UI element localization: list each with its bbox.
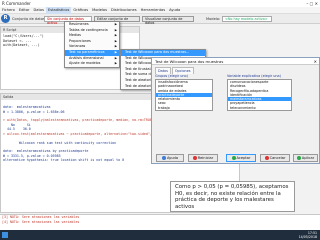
r-logo-icon: R	[1, 14, 10, 23]
menu-herramientas[interactable]: Herramientas	[139, 7, 167, 14]
check-icon	[231, 155, 236, 160]
response-list-item[interactable]: teleconvmiento	[228, 106, 291, 110]
window-controls[interactable]: – ▢ ✕	[306, 0, 318, 7]
tab-opciones[interactable]: Opciones	[171, 67, 194, 74]
output-line: alternative hypothesis: true location sh…	[3, 158, 125, 163]
menu-graficas[interactable]: Gráficas	[71, 7, 90, 14]
response-label: Variable explicativa (elegir una)	[227, 74, 281, 78]
help-icon	[161, 155, 166, 160]
dialog-tabs: Datos Opciones	[155, 67, 195, 74]
script-code[interactable]: load("C:/Users/...") Dataset <- ... with…	[1, 34, 44, 48]
stats-menu-item[interactable]: Ajuste de modelos ▶	[65, 61, 119, 67]
apply-icon	[296, 155, 301, 160]
tray-date: 14/05/2018	[298, 235, 317, 239]
message-line: [4] NOTA: Sere atnaciones las variables	[2, 219, 80, 224]
output-line: > wilcox.test(malestaramcativas ~ practi…	[3, 131, 176, 136]
apply-button[interactable]: Aplicar	[293, 154, 318, 162]
model-label: Modelo:	[206, 17, 221, 21]
cancel-icon	[264, 155, 269, 160]
cancel-button[interactable]: Cancelar	[260, 154, 290, 162]
explanation-callout: Como p > 0,05 (p = 0,05985), aceptamos H…	[170, 181, 295, 212]
menu-editar[interactable]: Editar	[17, 7, 32, 14]
menu-ayuda[interactable]: Ayuda	[167, 7, 182, 14]
reset-label: Reiniciar	[197, 156, 214, 160]
cancel-label: Cancelar	[269, 156, 286, 160]
stats-menu-item-label: Resúmenes	[69, 22, 89, 26]
chevron-right-icon: ▶	[114, 61, 117, 66]
stats-menu-item-label: Ajuste de modelos	[69, 61, 101, 66]
taskbar: 17:51 14/05/2018	[0, 230, 320, 240]
reset-button[interactable]: Reiniciar	[188, 154, 218, 162]
start-icon[interactable]	[2, 232, 8, 238]
stats-menu-item-label: Test no paramétricos	[69, 49, 105, 54]
model-selector[interactable]: <No hay modelo activo>	[222, 16, 272, 22]
close-icon[interactable]: ✕	[314, 58, 317, 65]
stats-menu-item-label: Varianzas	[69, 44, 86, 49]
window-title: R Commander	[2, 1, 31, 6]
dialog-title: Test de Wilcoxon para dos muestras	[155, 59, 224, 64]
help-button[interactable]: Ayuda	[156, 154, 184, 162]
wilcoxon-dialog: Test de Wilcoxon para dos muestras ✕ Dat…	[151, 57, 320, 164]
stats-menu-item-label: Medias	[69, 33, 81, 38]
toolbar: R Conjunto de datos: Sin conjunto de dat…	[0, 14, 320, 25]
ok-button[interactable]: Aceptar	[226, 154, 256, 162]
groups-listbox[interactable]: insatisfacciónema padrinaocebesi ambia de …	[155, 79, 213, 111]
script-line: load("C:/Users/...")	[3, 34, 44, 38]
apply-label: Aplicar	[301, 156, 315, 160]
groups-label: Grupos (elegir uno)	[155, 74, 188, 78]
help-label: Ayuda	[166, 156, 179, 160]
menu-bar: Fichero Editar Datos Estadísticos Gráfic…	[0, 7, 320, 14]
stats-menu: Resúmenes ▶ Tablas de contingencia ▶ Medias ▶…	[64, 21, 120, 68]
stats-menu-item-label: Proporciones	[69, 38, 91, 43]
output-lines: data: malestaramcativas W = 1.3806, p-val…	[1, 101, 176, 163]
title-bar: R Commander – ▢ ✕	[0, 0, 320, 7]
stats-menu-item-label: Análisis dimensional	[69, 55, 104, 60]
ok-label: Aceptar	[236, 156, 251, 160]
dialog-title-bar: Test de Wilcoxon para dos muestras ✕	[152, 58, 319, 65]
messages-pane[interactable]: [3] NOTA: Sere atnaciones las variables …	[0, 214, 320, 230]
r-commander-window: R Commander – ▢ ✕ Fichero Editar Datos E…	[0, 0, 320, 240]
menu-estadisticos[interactable]: Estadísticos	[45, 7, 72, 14]
menu-distribuciones[interactable]: Distribuciones	[109, 7, 139, 14]
menu-fichero[interactable]: Fichero	[0, 7, 17, 14]
script-line: with(Dataset, ...)	[3, 43, 40, 48]
menu-datos[interactable]: Datos	[32, 7, 46, 14]
view-dataset-button[interactable]: Visualizar conjunto de datos	[142, 16, 194, 25]
groups-list-item[interactable]: trabajo	[156, 106, 212, 110]
stats-menu-item-label: Tablas de contingencia	[69, 27, 108, 32]
reset-icon	[192, 155, 197, 160]
menu-modelos[interactable]: Modelos	[90, 7, 109, 14]
dataset-label: Conjunto de datos:	[12, 17, 47, 21]
tab-datos[interactable]: Datos	[155, 67, 171, 74]
response-listbox[interactable]: comunvacacionesparte disvideos Recogecfila…	[227, 79, 292, 111]
system-tray: 17:51 14/05/2018	[299, 231, 317, 239]
